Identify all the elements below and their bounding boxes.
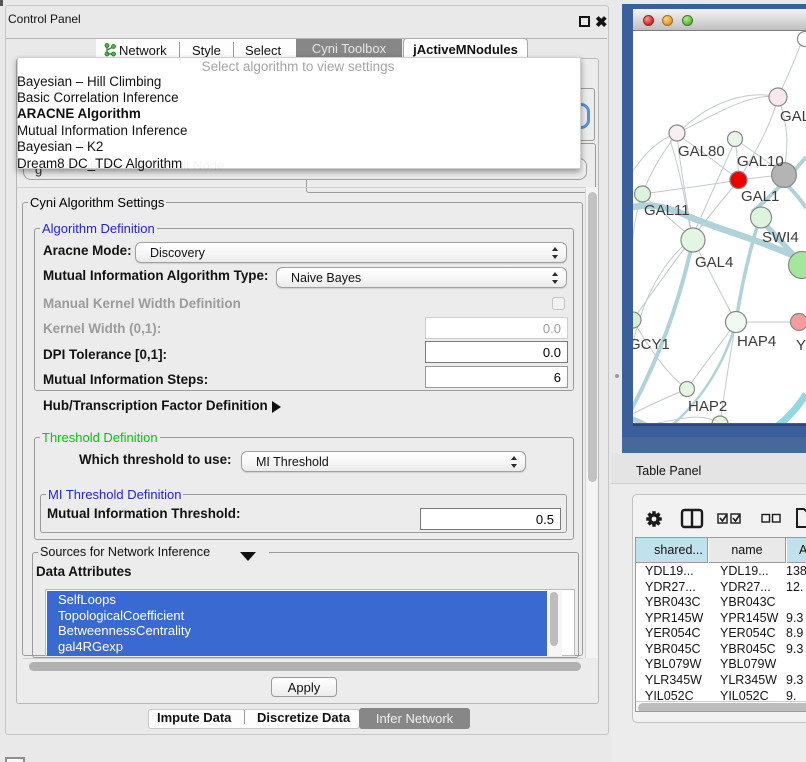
svg-text:GAL1: GAL1: [741, 188, 779, 205]
svg-text:HAP4: HAP4: [737, 333, 776, 350]
svg-text:Y: Y: [796, 337, 806, 354]
svg-text:GAL4: GAL4: [695, 254, 733, 271]
svg-text:GCY1: GCY1: [633, 336, 670, 353]
svg-text:GAL11: GAL11: [644, 202, 690, 219]
svg-text:GAL10: GAL10: [737, 153, 784, 170]
svg-text:GAL80: GAL80: [678, 143, 725, 160]
svg-text:HAP2: HAP2: [688, 398, 727, 415]
svg-text:SWI4: SWI4: [762, 229, 799, 246]
svg-text:GAL2: GAL2: [780, 108, 806, 125]
